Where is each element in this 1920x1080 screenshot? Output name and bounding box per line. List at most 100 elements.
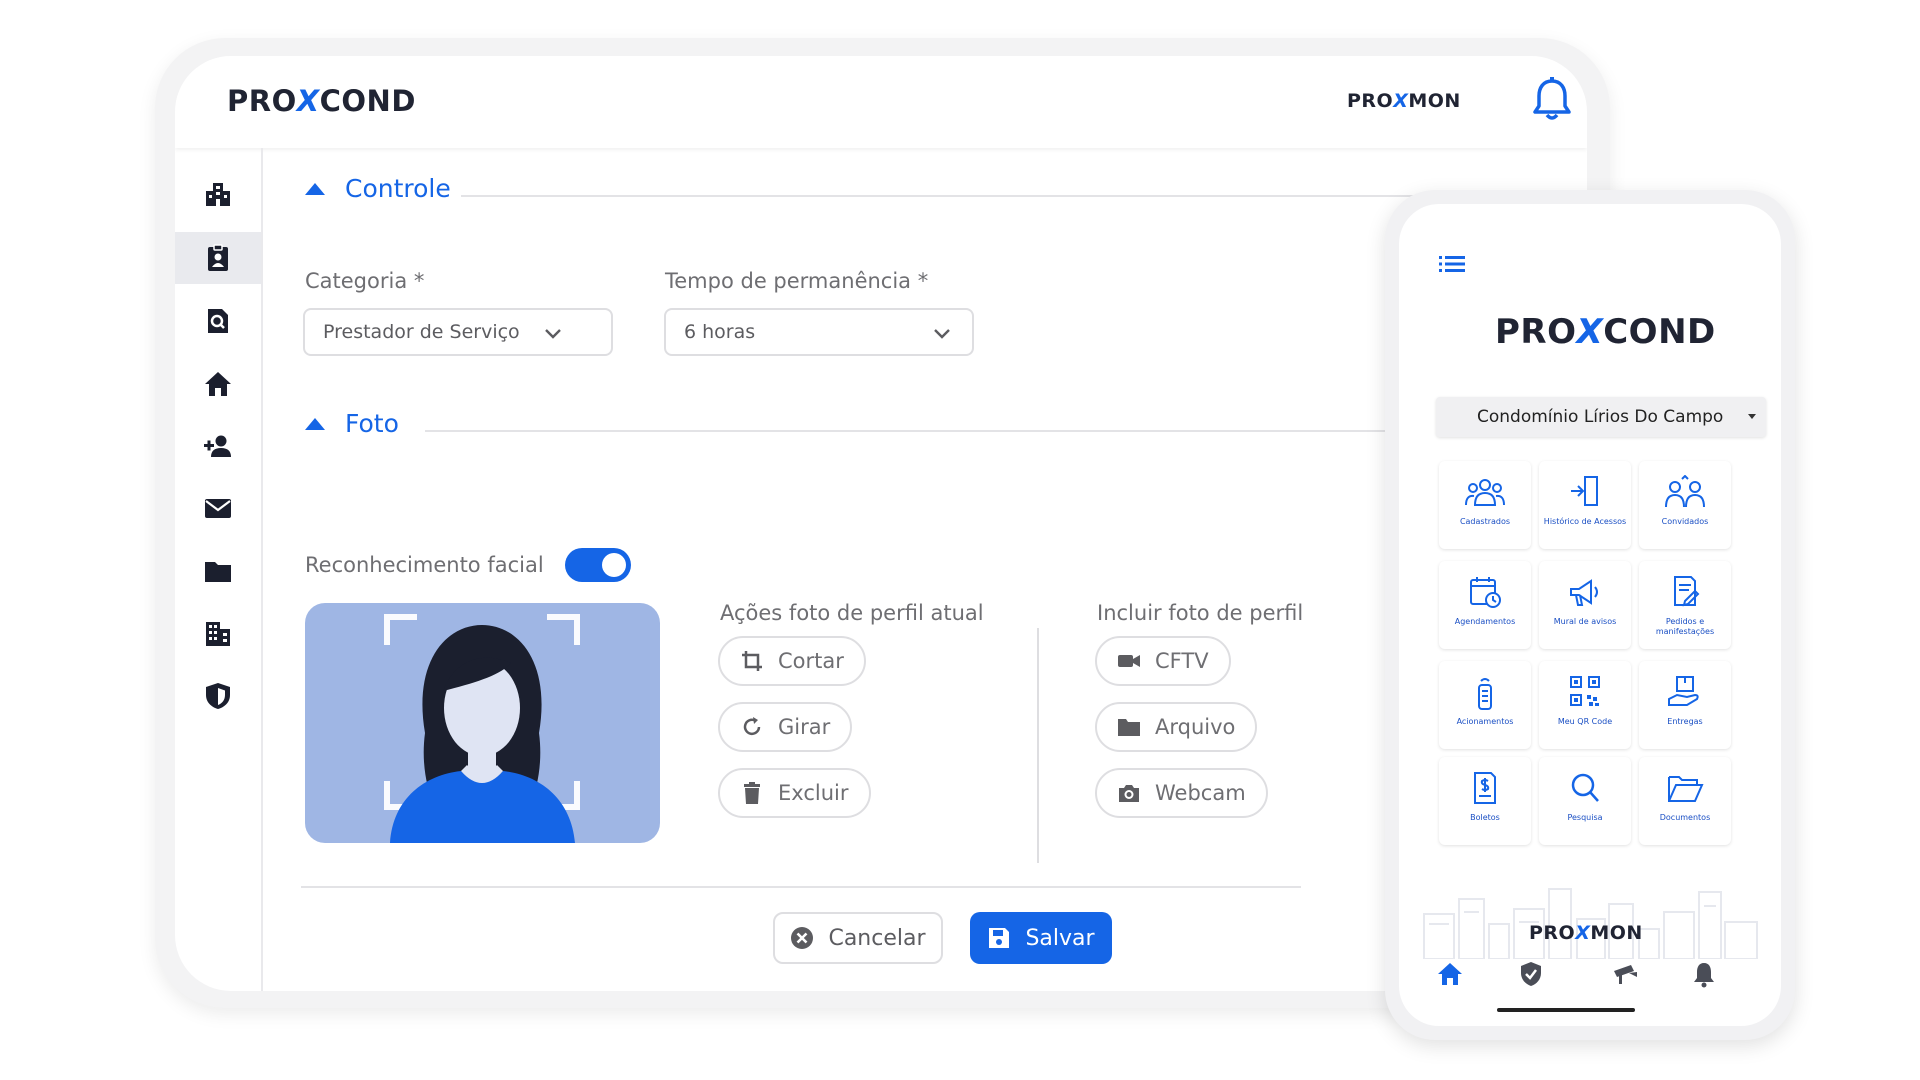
webcam-label: Webcam [1155,781,1246,805]
sidebar-item-office[interactable] [175,608,261,660]
sidebar-item-home[interactable] [175,358,261,410]
profile-photo [305,603,660,843]
categoria-select[interactable]: Prestador de Serviço [303,308,613,356]
request-document-icon [1674,576,1700,607]
collapse-triangle-icon [305,182,325,195]
tile-label: Cadastrados [1459,517,1511,526]
facial-recognition-toggle[interactable] [565,548,631,582]
shield-icon[interactable] [1516,959,1546,989]
caret-down-icon [1748,414,1756,419]
chevron-down-icon [934,329,950,339]
home-icon [205,372,231,396]
open-folder-icon [1668,776,1704,802]
badge-icon [208,244,228,271]
megaphone-icon [1570,579,1598,606]
tile-label: Histórico de Acessos [1543,517,1627,526]
collapse-triangle-icon [305,417,325,430]
calendar-clock-icon [1470,577,1501,608]
bell-icon[interactable] [1530,76,1574,122]
crop-icon [742,651,762,671]
bell-icon[interactable] [1689,959,1719,989]
bottom-nav [1399,959,1781,999]
floppy-disk-icon [989,928,1010,948]
tile-pedidos[interactable]: Pedidos e manifestações [1639,561,1731,649]
rotate-icon [743,717,761,736]
home-icon[interactable] [1435,959,1465,989]
sidebar-item-mail[interactable] [175,482,261,534]
categoria-label: Categoria * [305,269,425,293]
phone-screen: PROXCOND Condomínio Lírios Do Campo Cada… [1399,204,1781,1026]
tile-label: Agendamentos [1454,617,1516,626]
sidebar-item-folder[interactable] [175,545,261,597]
tile-label: Meu QR Code [1557,717,1613,726]
tile-convidados[interactable]: Convidados [1639,461,1731,549]
proxcond-logo: PROXCOND [1495,312,1716,352]
sidebar [175,148,263,991]
proxmon-logo: PROXMON [1529,922,1643,944]
tablet-screen: PROXCOND PROXMON Controle Categoria * Pr… [175,56,1587,991]
office-building-icon [206,622,230,646]
file-button[interactable]: Arquivo [1095,702,1258,752]
section-controle[interactable]: Controle [305,174,451,203]
camera-icon[interactable] [1611,959,1641,989]
home-indicator [1497,1008,1635,1012]
tile-agendamentos[interactable]: Agendamentos [1439,561,1531,649]
folder-icon [205,562,231,582]
save-button[interactable]: Salvar [970,912,1112,964]
condo-select[interactable]: Condomínio Lírios Do Campo [1436,397,1766,437]
save-label: Salvar [1025,925,1095,951]
tile-label: Convidados [1661,517,1709,526]
sidebar-item-security[interactable] [175,670,261,722]
tile-label: Pedidos e manifestações [1655,617,1715,636]
cancel-label: Cancelar [828,925,926,951]
tile-boletos[interactable]: Boletos [1439,757,1531,845]
tile-historico-acessos[interactable]: Histórico de Acessos [1539,461,1631,549]
tile-documentos[interactable]: Documentos [1639,757,1731,845]
tempo-select[interactable]: 6 horas [664,308,974,356]
section-foto-title: Foto [345,409,399,438]
tile-mural-avisos[interactable]: Mural de avisos [1539,561,1631,649]
trash-icon [744,782,760,804]
delete-label: Excluir [778,781,849,805]
menu-icon[interactable] [1439,254,1465,274]
shield-icon [206,683,230,709]
tile-label: Boletos [1470,813,1500,822]
mail-icon [205,499,231,518]
tile-pesquisa[interactable]: Pesquisa [1539,757,1631,845]
condo-name: Condomínio Lírios Do Campo [1477,407,1724,427]
current-photo-actions-label: Ações foto de perfil atual [720,601,984,625]
tile-label: Documentos [1659,813,1711,822]
vertical-divider [1037,628,1039,863]
access-history-icon [1571,476,1598,506]
sidebar-item-add-user[interactable] [175,420,261,472]
cancel-button[interactable]: Cancelar [773,912,943,964]
cftv-button[interactable]: CFTV [1095,636,1231,686]
guests-icon [1665,475,1705,508]
categoria-value: Prestador de Serviço [323,321,520,343]
crop-button[interactable]: Cortar [718,636,866,686]
footer-divider [301,886,1301,888]
tile-qr-code[interactable]: Meu QR Code [1539,661,1631,749]
phone-device: PROXCOND Condomínio Lírios Do Campo Cada… [1385,190,1795,1040]
remote-control-icon [1478,678,1492,710]
tile-label: Pesquisa [1567,813,1603,822]
webcam-button[interactable]: Webcam [1095,768,1268,818]
close-circle-icon [791,927,814,949]
camera-icon [1119,785,1139,802]
delete-button[interactable]: Excluir [718,768,871,818]
tile-cadastrados[interactable]: Cadastrados [1439,461,1531,549]
tile-label: Acionamentos [1456,717,1514,726]
qr-code-icon [1570,676,1600,706]
proxcond-logo[interactable]: PROXCOND [227,84,416,118]
sidebar-item-badge[interactable] [175,232,261,284]
tile-entregas[interactable]: Entregas [1639,661,1731,749]
tile-acionamentos[interactable]: Acionamentos [1439,661,1531,749]
toggle-knob [602,553,626,577]
sidebar-item-search-document[interactable] [175,295,261,347]
sidebar-item-buildings[interactable] [175,168,261,220]
rotate-button[interactable]: Girar [718,702,853,752]
add-user-icon [204,435,231,457]
video-camera-icon [1118,655,1140,667]
section-foto[interactable]: Foto [305,409,399,438]
include-photo-label: Incluir foto de perfil [1097,601,1304,625]
